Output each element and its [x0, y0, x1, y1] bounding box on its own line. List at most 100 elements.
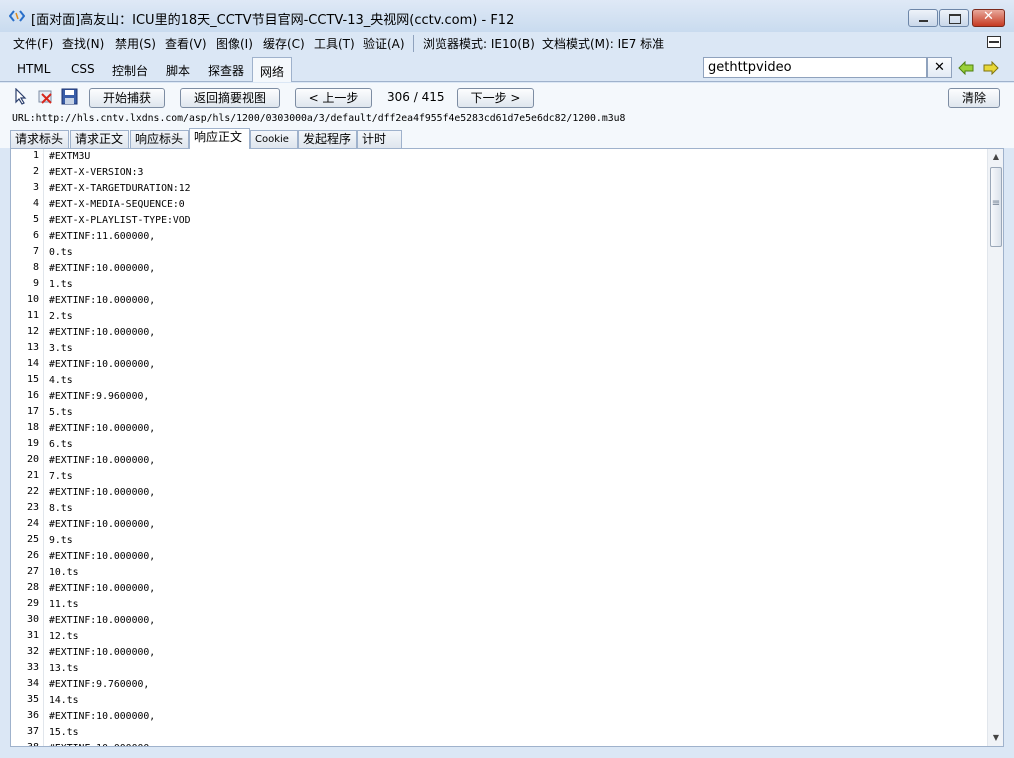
menu-disable[interactable]: 禁用(S)	[115, 35, 156, 52]
line-number: 29	[26, 598, 39, 609]
start-capture-button[interactable]: 开始捕获	[89, 88, 165, 108]
line-number: 28	[26, 582, 39, 593]
previous-match-icon[interactable]	[958, 61, 974, 75]
subtab-request-headers[interactable]: 请求标头	[10, 130, 69, 149]
line-number: 6	[32, 230, 39, 241]
line-number: 24	[26, 518, 39, 529]
window-title: [面对面]高友山：ICU里的18天_CCTV节目官网-CCTV-13_央视网(c…	[31, 13, 515, 28]
menu-document-mode[interactable]: 文档模式(M): IE7 标准	[542, 35, 664, 52]
code-line: 7.ts	[49, 471, 73, 482]
subtab-cookie[interactable]: Cookie	[250, 130, 298, 149]
subtab-initiator[interactable]: 发起程序	[298, 130, 357, 149]
tab-css[interactable]: CSS	[71, 62, 95, 76]
line-number: 20	[26, 454, 39, 465]
code-line: 12.ts	[49, 631, 79, 642]
code-line: 0.ts	[49, 247, 73, 258]
code-line: #EXT-X-TARGETDURATION:12	[49, 183, 191, 194]
line-number: 31	[26, 630, 39, 641]
tab-html[interactable]: HTML	[17, 62, 50, 76]
subtab-request-body[interactable]: 请求正文	[70, 130, 129, 149]
save-icon[interactable]	[61, 88, 78, 105]
code-line: #EXTINF:10.000000,	[49, 583, 156, 594]
close-button[interactable]: ✕	[972, 9, 1005, 27]
line-number: 18	[26, 422, 39, 433]
menu-browser-mode[interactable]: 浏览器模式: IE10(B)	[423, 35, 535, 52]
previous-button[interactable]: < 上一步	[295, 88, 372, 108]
menu-tools[interactable]: 工具(T)	[314, 35, 355, 52]
search-input[interactable]	[703, 57, 927, 78]
code-line: 13.ts	[49, 663, 79, 674]
code-line: 14.ts	[49, 695, 79, 706]
line-number: 30	[26, 614, 39, 625]
minimize-button[interactable]	[908, 9, 938, 27]
select-element-icon[interactable]	[13, 88, 30, 105]
line-number: 26	[26, 550, 39, 561]
line-number: 33	[26, 662, 39, 673]
menu-validate[interactable]: 验证(A)	[363, 35, 405, 52]
menu-file[interactable]: 文件(F)	[13, 35, 53, 52]
subtab-response-headers[interactable]: 响应标头	[130, 130, 189, 149]
subtab-response-body[interactable]: 响应正文	[189, 128, 250, 149]
code-line: #EXTINF:10.000000,	[49, 423, 156, 434]
code-line: 3.ts	[49, 343, 73, 354]
code-line: #EXT-X-MEDIA-SEQUENCE:0	[49, 199, 185, 210]
line-number: 7	[32, 246, 39, 257]
code-line: 8.ts	[49, 503, 73, 514]
clear-search-icon[interactable]: ✕	[927, 57, 952, 78]
code-line: #EXTINF:9.960000,	[49, 391, 150, 402]
line-number: 4	[32, 198, 39, 209]
response-body-viewer[interactable]: 1 2 3 4 5 6 7 8 9 10 11 12 13 14 15 16 17 18 19 20 21 22 23 24 2…	[10, 148, 1004, 747]
line-number: 13	[26, 342, 39, 353]
tab-script[interactable]: 脚本	[166, 62, 190, 79]
scroll-up-arrow-icon[interactable]: ▲	[988, 149, 1003, 165]
line-number: 37	[26, 726, 39, 737]
line-number: 19	[26, 438, 39, 449]
line-number: 17	[26, 406, 39, 417]
code-line: 2.ts	[49, 311, 73, 322]
code-line: 4.ts	[49, 375, 73, 386]
menu-images[interactable]: 图像(I)	[216, 35, 253, 52]
tab-network[interactable]: 网络	[252, 57, 293, 82]
line-number: 32	[26, 646, 39, 657]
tab-console[interactable]: 控制台	[112, 62, 148, 79]
scroll-thumb[interactable]	[990, 167, 1002, 247]
menu-view[interactable]: 查看(V)	[165, 35, 207, 52]
code-line: #EXTINF:9.760000,	[49, 679, 150, 690]
code-line: 15.ts	[49, 727, 79, 738]
code-line: 10.ts	[49, 567, 79, 578]
code-line: #EXTINF:10.000000,	[49, 359, 156, 370]
code-line: #EXTINF:10.000000,	[49, 519, 156, 530]
next-button[interactable]: 下一步 >	[457, 88, 534, 108]
subtab-timings[interactable]: 计时	[357, 130, 402, 149]
code-line: #EXTINF:10.000000,	[49, 295, 156, 306]
tab-profiler[interactable]: 探查器	[208, 62, 244, 79]
request-url: URL:http://hls.cntv.lxdns.com/asp/hls/12…	[0, 111, 1014, 129]
line-number: 21	[26, 470, 39, 481]
detail-tabs: 请求标头 请求正文 响应标头 响应正文 Cookie 发起程序 计时	[0, 128, 1014, 149]
line-number: 5	[32, 214, 39, 225]
line-number: 27	[26, 566, 39, 577]
line-number: 35	[26, 694, 39, 705]
code-line: #EXTINF:10.000000,	[49, 711, 156, 722]
line-number: 12	[26, 326, 39, 337]
scroll-down-arrow-icon[interactable]: ▼	[988, 730, 1003, 746]
back-to-summary-button[interactable]: 返回摘要视图	[180, 88, 280, 108]
network-toolbar: 开始捕获 返回摘要视图 < 上一步 306 / 415 下一步 > 清除	[0, 83, 1014, 111]
code-line: 1.ts	[49, 279, 73, 290]
code-line: #EXTINF:10.000000,	[49, 551, 156, 562]
code-line: #EXTINF:10.000000,	[49, 455, 156, 466]
line-number: 22	[26, 486, 39, 497]
code-line: #EXTINF:10.000000,	[49, 487, 156, 498]
vertical-scrollbar[interactable]: ▲ ▼	[987, 149, 1003, 746]
menu-find[interactable]: 查找(N)	[62, 35, 104, 52]
request-position: 306 / 415	[387, 90, 445, 104]
clear-button[interactable]: 清除	[948, 88, 1000, 108]
line-number: 38	[11, 742, 39, 746]
clear-entries-icon[interactable]	[37, 88, 54, 105]
menu-cache[interactable]: 缓存(C)	[263, 35, 305, 52]
maximize-button[interactable]	[939, 9, 969, 27]
next-match-icon[interactable]	[983, 61, 999, 75]
dock-icon[interactable]	[987, 36, 1001, 48]
line-number: 36	[26, 710, 39, 721]
code-line: #EXTINF:10.000000,	[49, 743, 155, 746]
